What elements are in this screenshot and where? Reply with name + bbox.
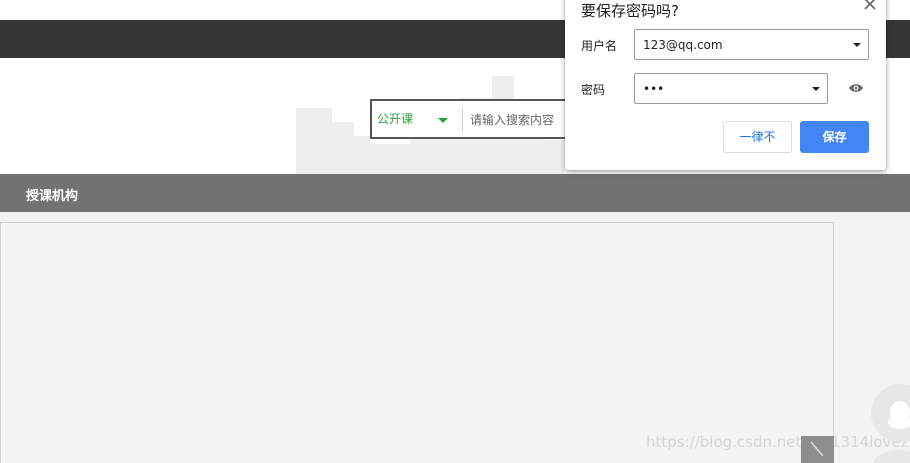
- password-label: 密码: [581, 83, 606, 97]
- username-label: 用户名: [581, 39, 618, 53]
- caret-down-icon[interactable]: [812, 87, 820, 91]
- caret-down-icon[interactable]: [438, 118, 448, 123]
- save-button[interactable]: 保存: [800, 121, 869, 153]
- username-field[interactable]: 123@qq.com: [634, 29, 869, 60]
- nav-bar: 授课机构: [0, 174, 910, 212]
- watermark: https://blog.csdn.net/zsx1314lovezyf: [646, 433, 910, 451]
- page: 公开课 授课机构 https://blog.csdn.net/zsx1314lo…: [0, 0, 910, 463]
- username-value: 123@qq.com: [643, 38, 723, 52]
- password-value: •••: [643, 82, 665, 96]
- close-icon[interactable]: [860, 0, 880, 14]
- caret-down-icon[interactable]: [853, 43, 861, 47]
- content-panel: [0, 222, 834, 463]
- content-area: [0, 212, 910, 463]
- save-password-dialog: 要保存密码吗? 用户名 123@qq.com 密码 ••• 一律不 保存: [565, 0, 886, 170]
- scroll-arrow-button[interactable]: [801, 436, 834, 463]
- search-type-select[interactable]: 公开课: [377, 110, 413, 127]
- qq-chat-icon: [888, 401, 910, 429]
- search-box: 公开课: [370, 99, 570, 139]
- never-button[interactable]: 一律不: [723, 121, 792, 153]
- dialog-title: 要保存密码吗?: [581, 2, 679, 20]
- password-field[interactable]: •••: [634, 73, 828, 104]
- eye-icon[interactable]: [848, 82, 864, 94]
- chevron-icon: [810, 441, 824, 457]
- nav-item-institutions[interactable]: 授课机构: [26, 185, 78, 204]
- search-divider: [462, 109, 463, 131]
- search-input[interactable]: [470, 107, 570, 133]
